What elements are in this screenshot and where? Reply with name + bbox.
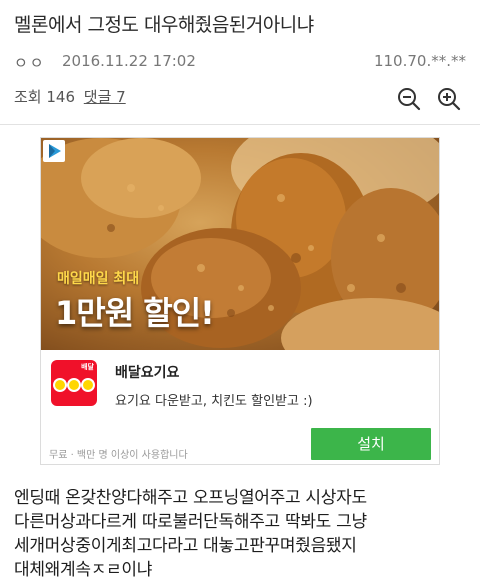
app-install-note: 무료 · 백만 명 이상이 사용합니다 [49,450,188,461]
post-body: 엔딩때 온갖찬양다해주고 오프닝열어주고 시상자도 다른머상과다르게 따로불러단… [14,486,474,582]
post-body-line: 대체왜계속ㅈㄹ이냐 [14,560,153,580]
app-name: 배달요기요 [115,365,180,381]
view-count: 조회 146 [14,88,75,106]
post-body-line: 엔딩때 온갖찬양다해주고 오프닝열어주고 시상자도 [14,488,367,508]
ad-play-icon[interactable] [43,140,65,162]
post-body-line: 다른머상과다르게 따로불러단독해주고 딱봐도 그냥 [14,512,367,532]
ad-tagline: 매일매일 최대 [57,271,140,287]
header-divider [0,124,480,125]
zoom-in-icon[interactable] [436,86,462,112]
author-ip: 110.70.**.** [373,52,466,70]
comment-count-link[interactable]: 댓글 7 [84,88,126,106]
post-stats: 조회 146 댓글 7 [14,86,126,107]
ad-headline: 1만원 할인! [55,294,215,332]
author-name[interactable]: ㅇㅇ [14,52,46,73]
post-body-line: 세개머상중이게최고다라고 대놓고판꾸며줬음됐지 [14,536,357,556]
ad-card[interactable]: 매일매일 최대 1만원 할인! 배달 배달요기요 요기요 다운받고, 치킨도 할… [40,137,440,465]
post-title: 멜론에서 그정도 대우해줬음된거아니냐 [14,14,314,36]
zoom-out-icon[interactable] [396,86,422,112]
install-button[interactable]: 설치 [311,428,431,460]
app-description: 요기요 다운받고, 치킨도 할인받고 :) [115,394,313,409]
post-meta: ㅇㅇ 2016.11.22 17:02 110.70.**.** [14,52,466,72]
app-logo: 배달 [51,360,97,406]
post-date: 2016.11.22 17:02 [62,52,196,70]
ad-banner-image[interactable]: 매일매일 최대 1만원 할인! [41,138,439,350]
